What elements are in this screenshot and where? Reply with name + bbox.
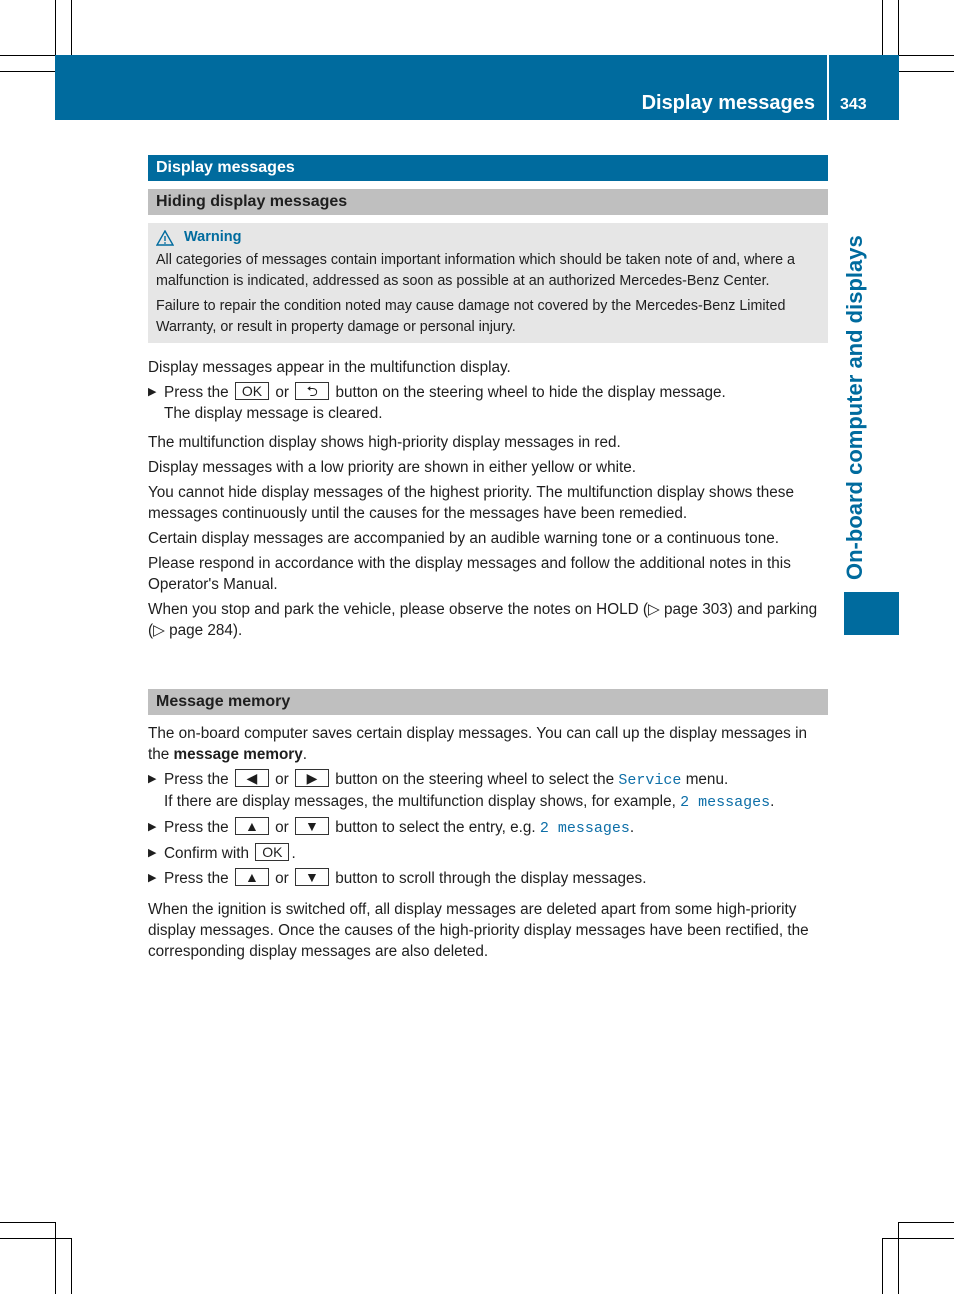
right-key: ▶ bbox=[294, 769, 329, 787]
page-number: 343 bbox=[840, 96, 867, 113]
ok-key: OK bbox=[234, 382, 270, 400]
warning-label: Warning bbox=[184, 229, 242, 245]
crop-mark bbox=[899, 1222, 954, 1223]
chapter-tab-marker bbox=[844, 592, 899, 635]
down-key: ▼ bbox=[294, 817, 329, 835]
crop-mark bbox=[71, 0, 72, 55]
bullet-arrow-icon: ▶ bbox=[148, 872, 157, 884]
down-key: ▼ bbox=[294, 868, 329, 886]
crop-mark bbox=[882, 1238, 954, 1239]
warning-triangle-icon bbox=[156, 229, 174, 246]
instruction-step: ▶ Press the OK or ⮌ button on the steeri… bbox=[148, 382, 726, 422]
page-number-box: 343 bbox=[829, 55, 899, 120]
paragraph: Please respond in accordance with the di… bbox=[148, 555, 791, 593]
crop-mark bbox=[0, 71, 55, 72]
subsection-heading: Message memory bbox=[148, 689, 828, 715]
display-text: 2 messages bbox=[680, 794, 771, 811]
paragraph: Display messages with a low priority are… bbox=[148, 459, 636, 476]
paragraph: Certain display messages are accompanied… bbox=[148, 530, 779, 547]
instruction-step: ▶ Press the ▲ or ▼ button to select the … bbox=[148, 817, 635, 837]
warning-text: All categories of messages contain impor… bbox=[156, 252, 795, 289]
display-text: Service bbox=[618, 772, 682, 789]
main-content: Display messages Hiding display messages… bbox=[148, 155, 828, 966]
header-title: Display messages bbox=[641, 92, 815, 114]
crop-mark bbox=[0, 1222, 55, 1223]
chapter-tab-label: On-board computer and displays bbox=[842, 235, 867, 580]
crop-mark bbox=[898, 1222, 899, 1294]
bullet-arrow-icon: ▶ bbox=[148, 821, 157, 833]
paragraph: You cannot hide display messages of the … bbox=[148, 484, 794, 522]
step-result: The display message is cleared. bbox=[164, 405, 383, 422]
instruction-step: ▶ Press the ▲ or ▼ button to scroll thro… bbox=[148, 868, 647, 887]
up-key: ▲ bbox=[234, 868, 269, 886]
up-key: ▲ bbox=[234, 817, 269, 835]
subsection-heading: Hiding display messages bbox=[148, 189, 828, 215]
display-text: 2 messages bbox=[539, 820, 630, 837]
page-header: Display messages bbox=[55, 55, 827, 120]
crop-mark bbox=[71, 1238, 72, 1294]
bullet-arrow-icon: ▶ bbox=[148, 386, 157, 398]
warning-box: Warning All categories of messages conta… bbox=[148, 223, 828, 343]
crop-mark bbox=[55, 0, 56, 55]
crop-mark bbox=[0, 1238, 71, 1239]
instruction-step: ▶ Confirm with OK. bbox=[148, 843, 296, 862]
crop-mark bbox=[55, 1222, 56, 1294]
paragraph: The multifunction display shows high-pri… bbox=[148, 434, 621, 451]
back-key-icon: ⮌ bbox=[295, 382, 330, 400]
crop-mark bbox=[899, 55, 954, 56]
bullet-arrow-icon: ▶ bbox=[148, 773, 157, 785]
warning-text: Failure to repair the condition noted ma… bbox=[156, 298, 786, 335]
paragraph: Display messages appear in the multifunc… bbox=[148, 359, 511, 376]
crop-mark bbox=[882, 0, 883, 55]
paragraph: The on-board computer saves certain disp… bbox=[148, 725, 807, 763]
crop-mark bbox=[899, 71, 954, 72]
instruction-step: ▶ Press the ◀ or ▶ button on the steerin… bbox=[148, 769, 775, 811]
paragraph: When the ignition is switched off, all d… bbox=[148, 901, 809, 960]
bullet-arrow-icon: ▶ bbox=[148, 847, 157, 859]
crop-mark bbox=[0, 55, 55, 56]
section-heading: Display messages bbox=[148, 155, 828, 181]
crop-mark bbox=[882, 1238, 883, 1294]
left-key: ◀ bbox=[234, 769, 269, 787]
ok-key: OK bbox=[255, 843, 290, 861]
paragraph: When you stop and park the vehicle, plea… bbox=[148, 601, 818, 639]
